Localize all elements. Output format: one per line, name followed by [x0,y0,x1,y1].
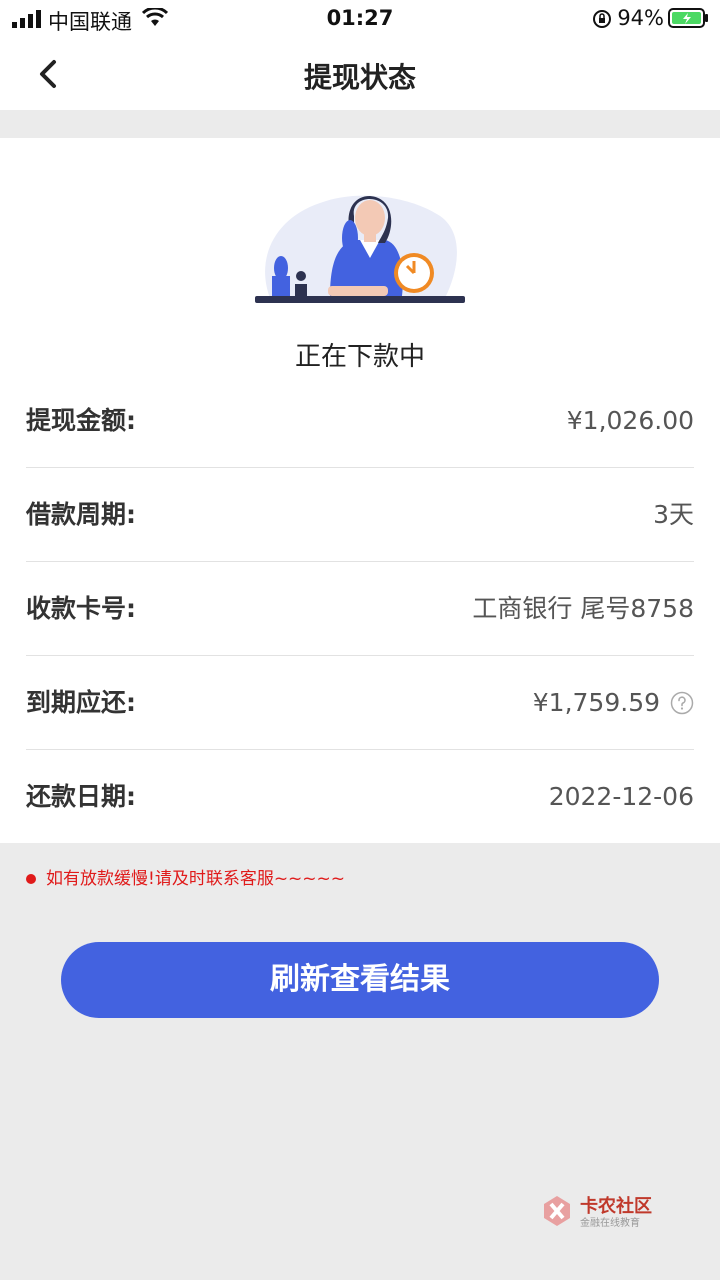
warning-dot-icon [26,874,36,884]
nav-bar: 提现状态 [0,36,720,110]
battery-icon [668,8,708,28]
detail-row-card: 收款卡号: 工商银行 尾号8758 [26,562,694,656]
detail-value: ¥1,759.59 [532,688,660,717]
refresh-result-button[interactable]: 刷新查看结果 [61,942,659,1018]
detail-label: 借款周期: [26,500,136,529]
community-watermark: 卡农社区 金融在线教育 [540,1192,670,1232]
detail-value: 2022-12-06 [548,782,694,811]
detail-row-amount: 提现金额: ¥1,026.00 [26,374,694,468]
rotation-lock-icon [593,10,611,28]
delay-notice: 如有放款缓慢!请及时联系客服~~~~~ [26,864,345,889]
notice-text: 如有放款缓慢!请及时联系客服~~~~~ [46,869,346,889]
page-title: 提现状态 [303,61,416,94]
detail-value: 工商银行 尾号8758 [472,594,694,623]
kanong-logo-icon [544,1196,570,1226]
withdrawal-status-text: 正在下款中 [294,342,425,372]
watermark-subtitle: 金融在线教育 [580,1218,640,1229]
detail-label: 收款卡号: [26,594,136,623]
detail-label: 还款日期: [26,782,136,811]
detail-row-due-date: 还款日期: 2022-12-06 [26,750,694,844]
battery-percent: 94% [617,6,664,30]
status-bar: 中国联通 01:27 94% [0,0,720,36]
clock-time: 01:27 [326,6,394,30]
detail-value: ¥1,026.00 [566,406,694,435]
detail-row-period: 借款周期: 3天 [26,468,694,562]
detail-label: 到期应还: [26,688,136,717]
detail-value: 3天 [653,500,694,529]
detail-label: 提现金额: [26,406,136,435]
detail-row-due-amount: 到期应还: ¥1,759.59 [26,656,694,750]
loan-processing-illustration [255,195,465,303]
question-circle-icon[interactable] [670,691,694,715]
